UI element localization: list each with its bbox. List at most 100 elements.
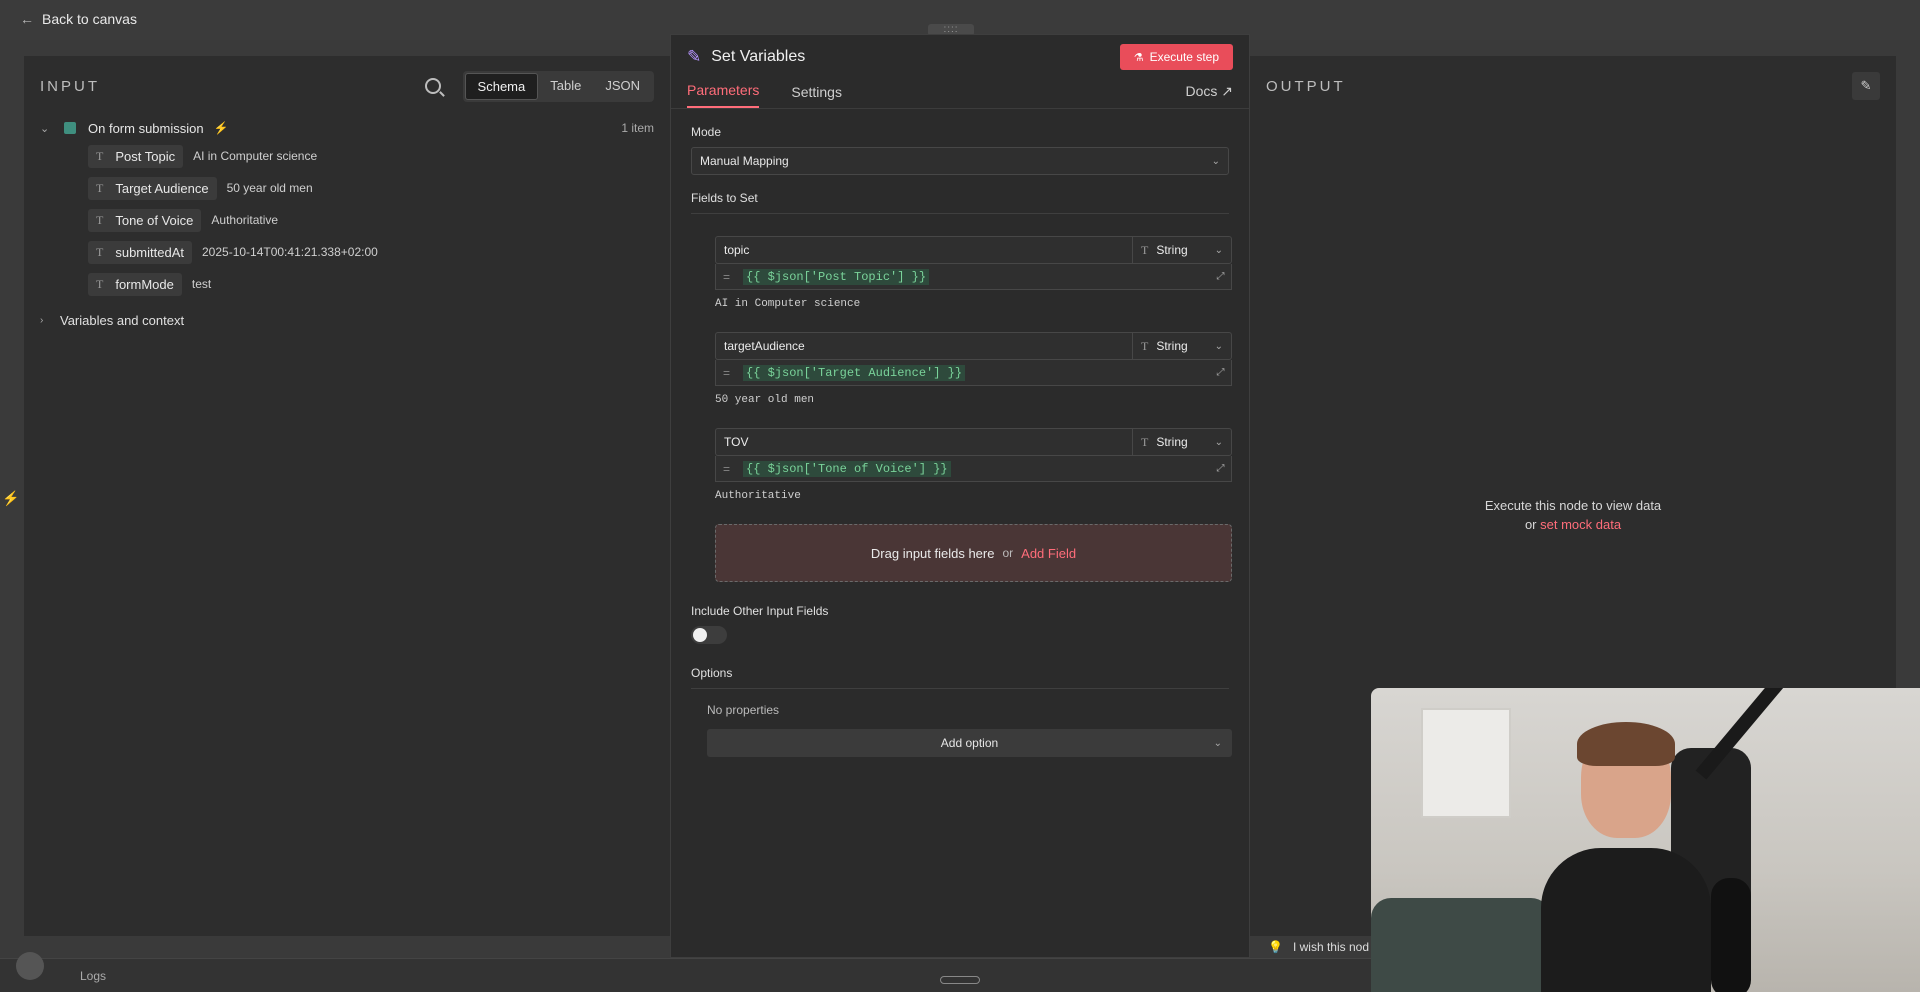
execute-step-button[interactable]: ⚗ Execute step [1119,44,1233,70]
include-other-fields-toggle[interactable] [691,626,727,644]
string-type-icon: T [96,212,104,227]
assignment-field: TOV T String ⌄ = {{ $json['Tone of Voice… [715,428,1232,502]
expression-equals-icon: = [715,456,737,482]
assignment-type-select[interactable]: T String ⌄ [1132,332,1232,360]
logs-label: Logs [80,969,107,983]
schema-field-pill[interactable]: T submittedAt [88,240,192,264]
chevron-down-icon: ⌄ [1213,737,1222,749]
assignment-field: topic T String ⌄ = {{ $json['Post Topic'… [715,236,1232,310]
webcam-window [1421,708,1511,818]
node-title[interactable]: Set Variables [711,48,805,66]
expand-expression-icon[interactable]: ⤢ [1210,360,1232,386]
assignment-type-select[interactable]: T String ⌄ [1132,236,1232,264]
wish-text: I wish this nod [1292,940,1369,954]
input-panel-title: INPUT [40,77,100,95]
view-schema-button[interactable]: Schema [464,72,539,100]
tab-parameters[interactable]: Parameters [687,82,760,108]
schema-field-row: T Target Audience 50 year old men [24,172,670,204]
options-label: Options [691,666,733,680]
add-option-label: Add option [940,736,999,750]
expression-text: {{ $json['Target Audience'] }} [743,364,966,381]
search-icon[interactable] [424,78,441,94]
include-other-fields-label: Include Other Input Fields [691,604,829,618]
type-value: String [1156,435,1188,449]
mode-value: Manual Mapping [700,154,789,168]
docs-link[interactable]: Docs ↗ [1185,83,1233,108]
avatar[interactable] [16,952,44,980]
dropzone-text: Drag input fields here [870,545,995,561]
schema-field-pill[interactable]: T Tone of Voice [88,208,202,232]
back-label: Back to canvas [42,11,137,27]
output-empty-message: Execute this node to view data or set mo… [1250,496,1896,534]
field-name: Tone of Voice [115,212,194,228]
output-msg-or: or [1524,517,1537,532]
assignment-type-select[interactable]: T String ⌄ [1132,428,1232,456]
webcam-person [1541,722,1711,992]
string-type-icon: T [96,244,104,259]
output-msg-line1: Execute this node to view data [1484,498,1662,513]
chevron-down-icon: ⌄ [1211,155,1220,167]
chevron-right-icon[interactable]: › [40,315,60,326]
string-type-icon: T [1141,338,1149,353]
string-type-icon: T [96,180,104,195]
back-to-canvas-button[interactable]: ← Back to canvas [20,11,137,27]
assignment-name-input[interactable]: targetAudience [715,332,1132,360]
expression-preview: 50 year old men [715,394,815,406]
add-option-button[interactable]: Add option ⌄ [707,729,1232,757]
divider [691,688,1229,689]
assignment-field: targetAudience T String ⌄ = {{ $json['Ta… [715,332,1232,406]
string-type-icon: T [96,148,104,163]
variables-context-item[interactable]: › Variables and context [24,306,670,334]
mode-select[interactable]: Manual Mapping ⌄ [691,147,1229,175]
assignment-expression-input[interactable]: {{ $json['Post Topic'] }} [737,264,1210,290]
field-value: 2025-10-14T00:41:21.338+02:00 [202,245,378,259]
string-type-icon: T [1141,242,1149,257]
expression-text: {{ $json['Post Topic'] }} [743,268,930,285]
resize-handle[interactable] [940,976,980,984]
field-name: Post Topic [115,148,176,164]
webcam-hair [1577,722,1675,766]
set-mock-data-link[interactable]: set mock data [1540,517,1621,532]
assignment-expression-input[interactable]: {{ $json['Target Audience'] }} [737,360,1210,386]
assignment-name-input[interactable]: topic [715,236,1132,264]
variables-label: Variables and context [60,312,185,328]
root-label: On form submission [88,120,204,136]
node-tabs: Parameters Settings Docs ↗ [671,79,1249,109]
view-table-button[interactable]: Table [538,73,593,100]
view-json-button[interactable]: JSON [593,73,652,100]
drop-fields-zone[interactable]: Drag input fields here or Add Field [715,524,1232,582]
schema-field-pill[interactable]: T Target Audience [88,176,217,200]
feedback-prompt[interactable]: 💡 I wish this nod [1268,940,1369,954]
output-panel-title: OUTPUT [1266,77,1346,95]
type-value: String [1156,243,1188,257]
expression-equals-icon: = [715,360,737,386]
schema-field-row: T Post Topic AI in Computer science [24,140,670,172]
tab-settings[interactable]: Settings [791,84,842,108]
schema-field-row: T formMode test [24,268,670,300]
schema-field-row: T submittedAt 2025-10-14T00:41:21.338+02… [24,236,670,268]
schema-field-pill[interactable]: T formMode [88,272,182,296]
input-panel: INPUT Schema Table JSON ⌄ On form submis… [24,56,670,936]
expand-expression-icon[interactable]: ⤢ [1210,264,1232,290]
webcam-body [1541,848,1711,992]
dropzone-or: or [1002,546,1014,560]
edit-output-icon[interactable]: ✎ [1852,72,1880,100]
field-value: AI in Computer science [193,149,318,163]
schema-root-item[interactable]: ⌄ On form submission ⚡ 1 item [24,116,670,140]
fields-to-set-label: Fields to Set [691,191,758,205]
expression-preview: AI in Computer science [715,298,861,310]
string-type-icon: T [96,276,104,291]
schema-field-pill[interactable]: T Post Topic [88,144,184,168]
item-count: 1 item [621,121,654,135]
chevron-down-icon: ⌄ [1214,340,1223,352]
add-field-button[interactable]: Add Field [1021,546,1076,561]
expand-expression-icon[interactable]: ⤢ [1210,456,1232,482]
field-value: Authoritative [211,213,279,227]
assignment-name-input[interactable]: TOV [715,428,1132,456]
mode-label: Mode [691,125,722,139]
assignment-expression-input[interactable]: {{ $json['Tone of Voice'] }} [737,456,1210,482]
chevron-down-icon: ⌄ [1214,436,1223,448]
chevron-down-icon[interactable]: ⌄ [40,122,54,135]
expression-equals-icon: = [715,264,737,290]
trigger-bolt-icon: ⚡ [213,121,229,135]
